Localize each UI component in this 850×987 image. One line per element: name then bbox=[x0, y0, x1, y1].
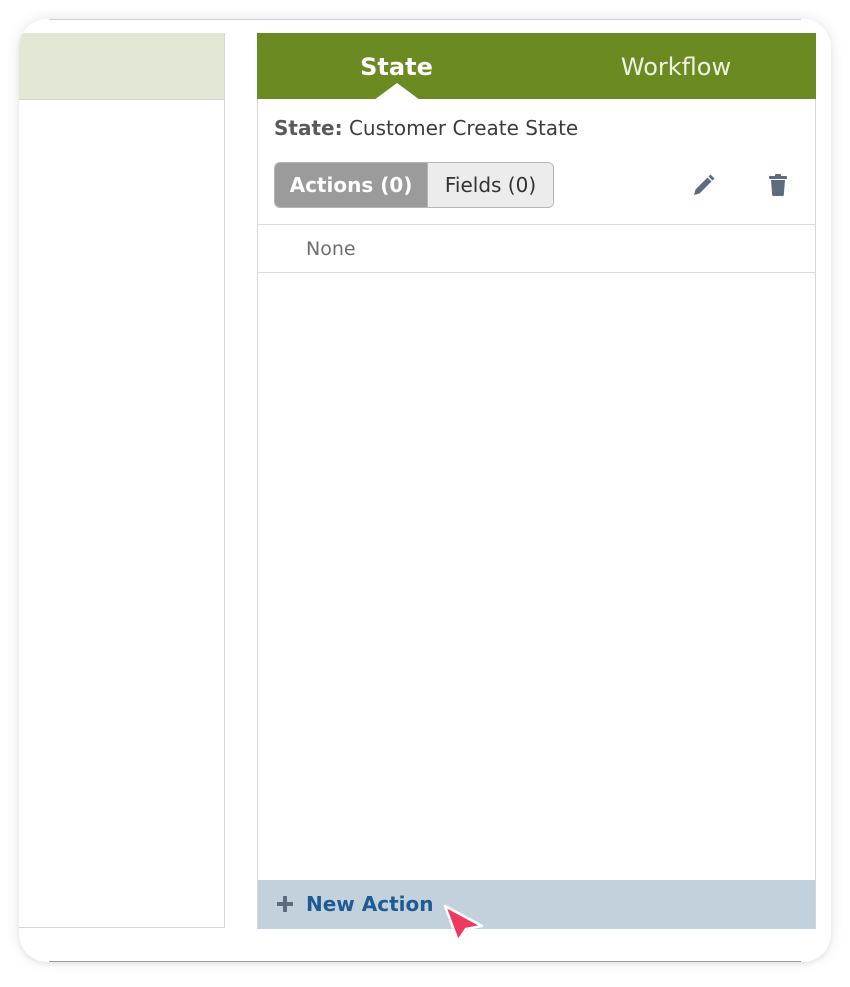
trash-icon[interactable] bbox=[763, 170, 793, 200]
state-title: State: Customer Create State bbox=[274, 116, 578, 140]
tab-workflow[interactable]: Workflow bbox=[536, 33, 816, 99]
empty-actions-text: None bbox=[306, 238, 356, 260]
state-panel: State Workflow State: Customer Create St… bbox=[257, 33, 816, 929]
app-window: State Workflow State: Customer Create St… bbox=[19, 19, 831, 962]
actions-tab-button[interactable]: Actions (0) bbox=[275, 163, 428, 207]
new-action-button[interactable]: New Action bbox=[258, 880, 815, 929]
list-divider-top bbox=[258, 224, 815, 225]
mouse-cursor bbox=[443, 904, 484, 943]
new-action-label: New Action bbox=[306, 892, 434, 916]
segmented-control: Actions (0) Fields (0) bbox=[274, 162, 554, 208]
top-divider bbox=[49, 19, 801, 20]
tab-bar: State Workflow bbox=[257, 33, 816, 100]
plus-icon bbox=[277, 896, 293, 912]
state-label: State: bbox=[274, 116, 343, 140]
fields-tab-button[interactable]: Fields (0) bbox=[428, 163, 553, 207]
left-panel bbox=[19, 33, 225, 928]
left-panel-header bbox=[19, 33, 224, 100]
state-name: Customer Create State bbox=[348, 116, 579, 140]
active-tab-indicator bbox=[374, 83, 420, 100]
pencil-icon[interactable] bbox=[688, 171, 718, 201]
bottom-divider bbox=[49, 961, 801, 962]
list-divider-bottom bbox=[258, 272, 815, 273]
